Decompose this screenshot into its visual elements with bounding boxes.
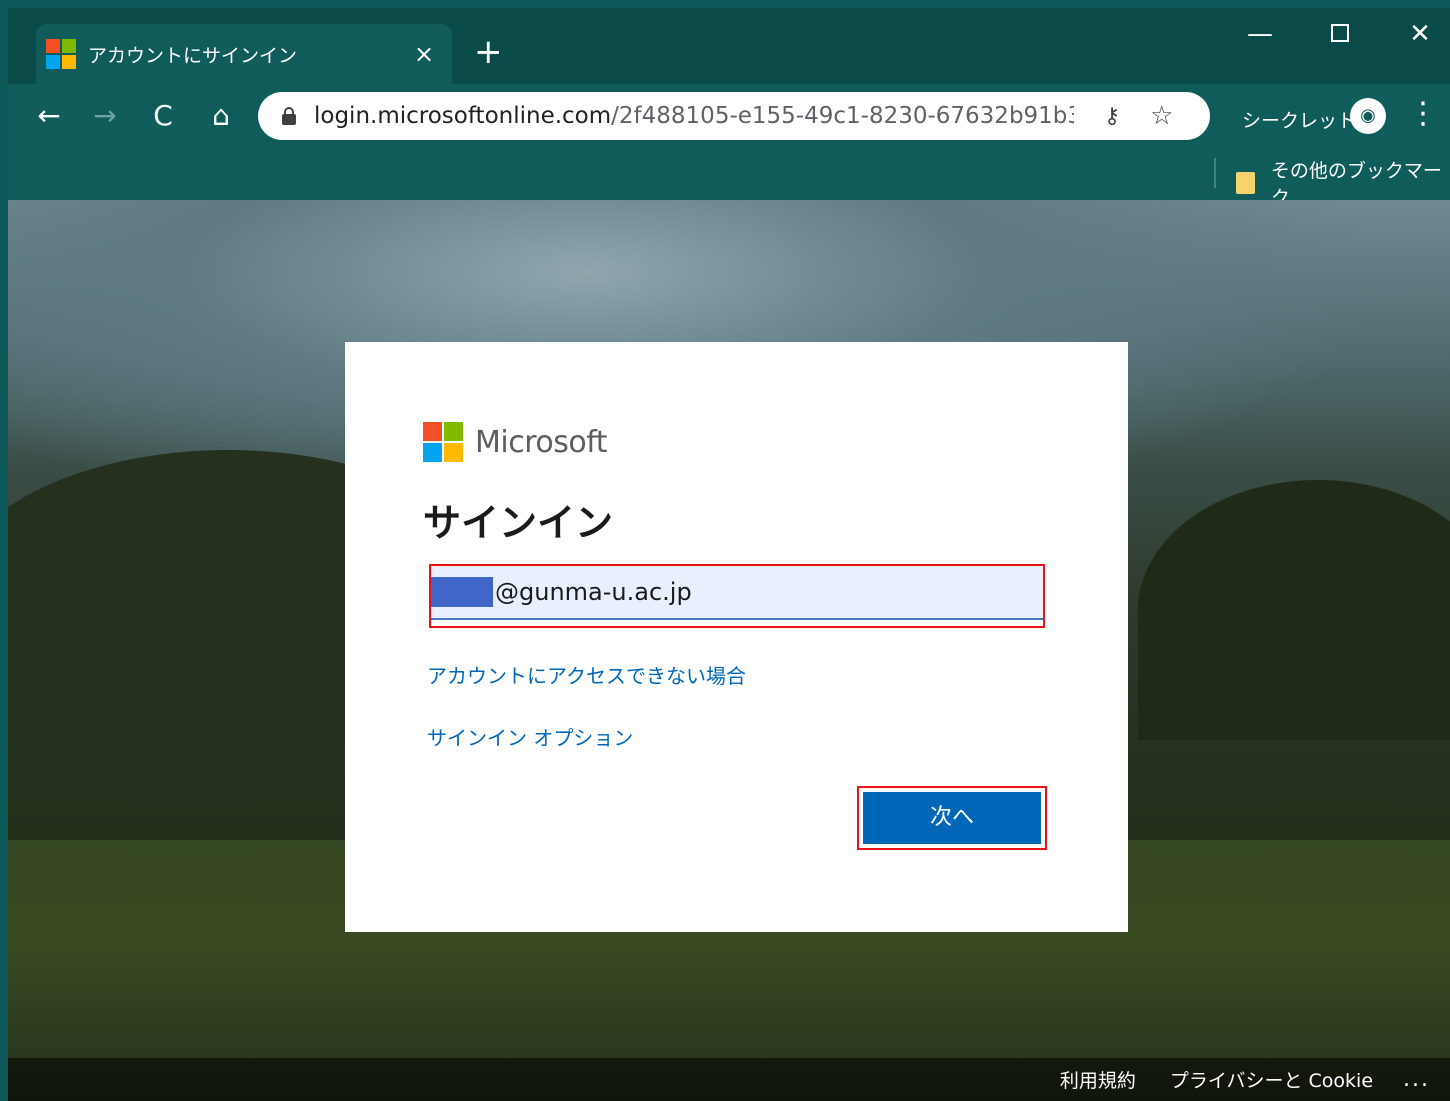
- back-icon[interactable]: ←: [28, 96, 70, 138]
- privacy-link[interactable]: プライバシーと Cookie: [1170, 1066, 1373, 1093]
- terms-link[interactable]: 利用規約: [1060, 1066, 1136, 1093]
- microsoft-logo-icon: [423, 422, 463, 462]
- lock-icon[interactable]: [282, 107, 296, 125]
- page-viewport: Microsoft サインイン @gunma-u.ac.jp アカウントにアクセ…: [8, 200, 1450, 1101]
- star-icon[interactable]: ☆: [1150, 101, 1173, 131]
- reload-icon[interactable]: C: [142, 96, 184, 138]
- incognito-icon[interactable]: ◉: [1350, 98, 1386, 134]
- tab-title: アカウントにサインイン: [88, 44, 298, 67]
- background-mountain-right: [1138, 480, 1450, 740]
- tab-strip: アカウントにサインイン × + — ✕: [8, 8, 1450, 84]
- url-host: login.microsoftonline.com: [314, 103, 612, 129]
- bookmarks-divider: [1214, 158, 1216, 188]
- next-highlight: 次へ: [857, 786, 1047, 850]
- cant-access-account-link[interactable]: アカウントにアクセスできない場合: [427, 660, 746, 689]
- home-icon[interactable]: ⌂: [200, 96, 242, 138]
- menu-icon[interactable]: ⋮: [1408, 96, 1438, 131]
- redacted-username: [431, 577, 493, 607]
- page-footer: 利用規約 プライバシーと Cookie ...: [8, 1058, 1450, 1101]
- microsoft-logo-icon: [46, 39, 76, 69]
- browser-window: アカウントにサインイン × + — ✕ ← → C ⌂ login.micros…: [8, 8, 1450, 1101]
- email-highlight: @gunma-u.ac.jp: [429, 564, 1045, 628]
- tab-signin[interactable]: アカウントにサインイン ×: [36, 24, 452, 84]
- email-field[interactable]: @gunma-u.ac.jp: [431, 566, 1043, 620]
- next-button[interactable]: 次へ: [863, 792, 1041, 844]
- bookmarks-bar: その他のブックマーク: [8, 146, 1450, 209]
- email-value: @gunma-u.ac.jp: [495, 578, 692, 606]
- key-icon[interactable]: ⚷: [1104, 104, 1120, 129]
- address-bar[interactable]: login.microsoftonline.com/2f488105-e155-…: [258, 92, 1210, 140]
- signin-options-link[interactable]: サインイン オプション: [427, 722, 633, 751]
- page-title: サインイン: [423, 501, 614, 545]
- new-tab-icon[interactable]: +: [474, 32, 503, 72]
- url-text[interactable]: login.microsoftonline.com/2f488105-e155-…: [314, 103, 1074, 129]
- window-close-icon[interactable]: ✕: [1390, 14, 1450, 58]
- incognito-label[interactable]: シークレット: [1242, 106, 1356, 133]
- signin-card: Microsoft サインイン @gunma-u.ac.jp アカウントにアクセ…: [345, 342, 1128, 932]
- url-path: /2f488105-e155-49c1-8230-67632b91b3...: [611, 103, 1074, 129]
- maximize-icon[interactable]: [1310, 14, 1370, 58]
- browser-toolbar: ← → C ⌂ login.microsoftonline.com/2f4881…: [8, 84, 1450, 146]
- brand: Microsoft: [423, 422, 608, 462]
- tab-close-icon[interactable]: ×: [404, 40, 444, 68]
- forward-icon[interactable]: →: [84, 96, 126, 138]
- minimize-icon[interactable]: —: [1230, 14, 1290, 58]
- more-options-icon[interactable]: ...: [1403, 1067, 1430, 1092]
- folder-icon: [1236, 172, 1255, 194]
- brand-name: Microsoft: [475, 424, 608, 460]
